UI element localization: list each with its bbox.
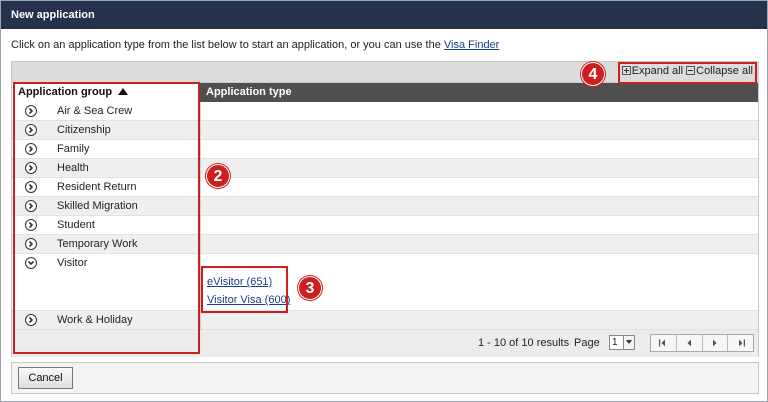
page-select-value: 1 — [612, 337, 618, 348]
column-header-application-type: Application type — [206, 86, 292, 98]
dialog-footer: Cancel — [11, 362, 759, 394]
results-count: 1 - 10 of 10 results — [478, 337, 570, 349]
first-page-button[interactable] — [651, 335, 677, 351]
first-page-icon — [659, 339, 666, 347]
window-title: New application — [1, 1, 767, 29]
next-page-button[interactable] — [703, 335, 729, 351]
new-application-window: New application Click on an application … — [0, 0, 768, 402]
pager-navigation — [650, 334, 754, 352]
cancel-button[interactable]: Cancel — [18, 367, 73, 389]
callout-box-application-groups — [13, 82, 200, 354]
callout-badge-4: 4 — [581, 62, 605, 86]
callout-box-application-types — [201, 266, 288, 313]
callout-badge-3: 3 — [298, 276, 322, 300]
visa-finder-link[interactable]: Visa Finder — [444, 39, 499, 51]
previous-page-button[interactable] — [677, 335, 703, 351]
intro-sentence: Click on an application type from the li… — [11, 39, 444, 51]
next-page-icon — [712, 339, 717, 347]
page-label: Page — [574, 337, 600, 349]
previous-page-icon — [687, 339, 692, 347]
callout-badge-2: 2 — [206, 164, 230, 188]
last-page-button[interactable] — [728, 335, 753, 351]
page-select[interactable]: 1 — [609, 335, 635, 350]
intro-text: Click on an application type from the li… — [11, 39, 499, 51]
callout-box-expand-collapse — [618, 62, 757, 84]
chevron-down-icon — [623, 336, 634, 349]
last-page-icon — [738, 339, 745, 347]
